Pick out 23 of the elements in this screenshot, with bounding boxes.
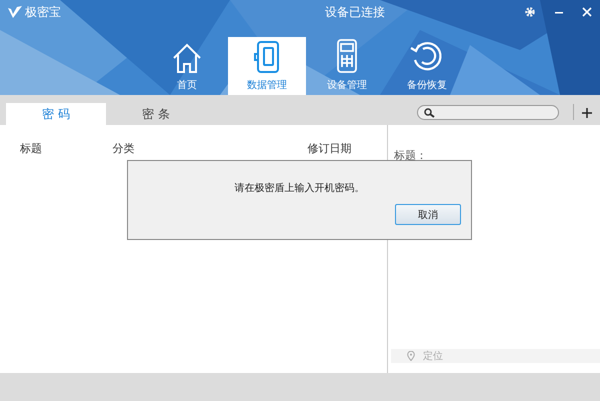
column-header: 标题 bbox=[20, 141, 43, 156]
nav-tab[interactable]: 备份恢复 bbox=[388, 37, 466, 95]
keypad-device-icon bbox=[336, 38, 358, 74]
search-field[interactable] bbox=[417, 105, 559, 120]
window-title: 设备已连接 bbox=[324, 4, 386, 20]
column-header: 分类 bbox=[112, 141, 136, 156]
logo-icon bbox=[8, 6, 22, 18]
location-pin-icon bbox=[407, 351, 415, 361]
nav-tab[interactable]: 数据管理 bbox=[228, 37, 306, 95]
settings-icon[interactable] bbox=[524, 6, 536, 18]
cancel-button[interactable]: 取消 bbox=[395, 204, 461, 225]
add-icon[interactable] bbox=[582, 108, 592, 118]
dialog-message: 请在极密盾上输入开机密码。 bbox=[234, 182, 366, 195]
nav-tab[interactable]: 设备管理 bbox=[308, 37, 386, 95]
card-icon bbox=[254, 40, 280, 74]
field-label: 标题： bbox=[394, 148, 428, 163]
home-icon bbox=[172, 42, 202, 74]
app-name: 极密宝 bbox=[25, 4, 61, 20]
search-icon bbox=[424, 108, 436, 118]
close-icon[interactable] bbox=[582, 7, 592, 17]
tab[interactable]: 密 条 bbox=[106, 103, 206, 125]
column-header: 修订日期 bbox=[308, 141, 353, 156]
tab[interactable]: 密 码 bbox=[6, 103, 106, 125]
